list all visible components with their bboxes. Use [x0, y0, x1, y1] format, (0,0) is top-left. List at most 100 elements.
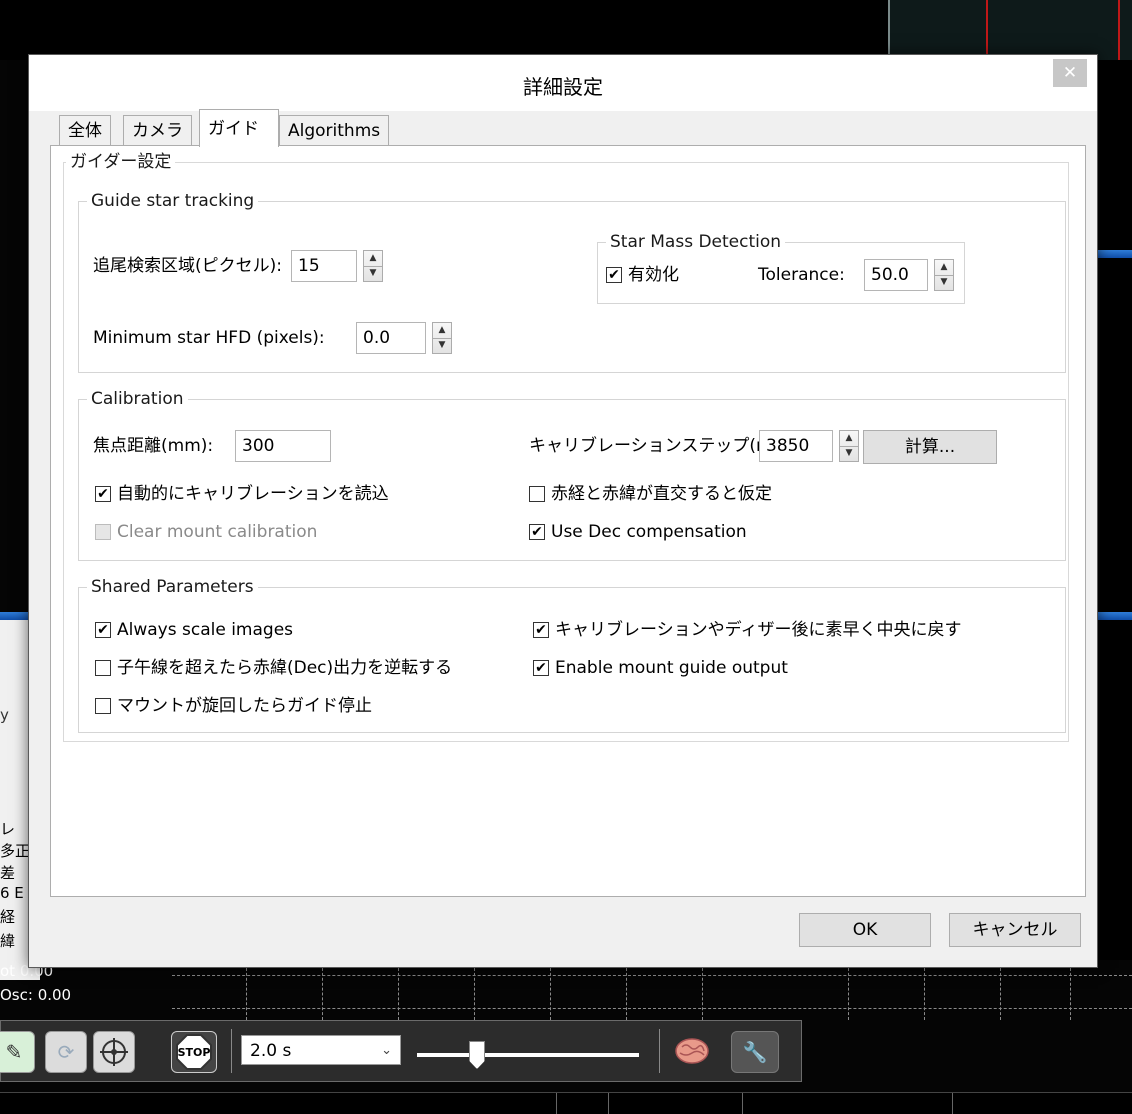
stop-on-slew-checkbox[interactable] — [95, 698, 111, 714]
always-scale-label: Always scale images — [117, 620, 294, 640]
toolbar-separator — [659, 1029, 660, 1073]
left-fragment: 6 E — [0, 884, 24, 902]
gamma-slider-track[interactable] — [417, 1053, 639, 1057]
fast-recenter-label: キャリブレーションやディザー後に素早く中央に戻す — [555, 620, 962, 640]
calibration-group: Calibration 焦点距離(mm): 300 キャリブレーションステップ(… — [78, 388, 1066, 561]
assume-orthogonal-checkbox[interactable] — [529, 486, 545, 502]
search-region-label: 追尾検索区域(ピクセル): — [93, 256, 282, 276]
calibration-step-input[interactable]: 3850 — [759, 430, 833, 462]
graph-gridline — [1000, 968, 1001, 1020]
exposure-value: 2.0 s — [250, 1041, 292, 1061]
left-fragment: 緯 — [0, 930, 16, 951]
use-dec-compensation-label: Use Dec compensation — [551, 522, 747, 542]
graph-gridline — [474, 968, 475, 1020]
star-mass-group: Star Mass Detection ✔ 有効化 Tolerance: 50.… — [597, 231, 965, 304]
graph-gridline — [398, 968, 399, 1020]
group-title: Star Mass Detection — [606, 231, 786, 253]
star-mass-enable-label: 有効化 — [628, 265, 679, 285]
status-bar — [0, 1092, 1132, 1114]
panel-title-bar — [1096, 612, 1132, 620]
stop-on-slew-label: マウントが旋回したらガイド停止 — [117, 696, 372, 716]
min-hfd-input[interactable]: 0.0 — [356, 322, 426, 354]
check-icon: ✔ — [97, 622, 109, 638]
stats-readout: Osc: 0.00 — [0, 986, 72, 1004]
status-divider — [608, 1093, 609, 1114]
spin-up-icon[interactable]: ▲ — [935, 260, 953, 276]
left-fragment: レ — [0, 818, 16, 839]
spin-down-icon[interactable]: ▼ — [840, 446, 858, 461]
status-divider — [556, 1093, 557, 1114]
assume-orthogonal-label: 赤経と赤緯が直交すると仮定 — [551, 484, 772, 504]
always-scale-checkbox[interactable]: ✔ — [95, 622, 111, 638]
left-fragment: y — [0, 706, 9, 724]
left-fragment: 経 — [0, 906, 16, 927]
loop-icon[interactable]: ⟳ — [45, 1031, 87, 1073]
spin-down-icon[interactable]: ▼ — [433, 338, 451, 353]
enable-mount-output-checkbox[interactable]: ✔ — [533, 660, 549, 676]
exposure-select[interactable]: 2.0 s ⌄ — [241, 1035, 401, 1065]
graph-gridline — [172, 975, 1132, 976]
graph-line-red — [986, 0, 988, 60]
guide-tab-panel: ガイダー設定 Guide star tracking 追尾検索区域(ピクセル):… — [50, 145, 1086, 897]
close-button[interactable]: ✕ — [1053, 59, 1087, 87]
calculate-button[interactable]: 計算... — [863, 430, 997, 464]
stop-icon[interactable]: STOP — [171, 1031, 217, 1073]
tracking-group: Guide star tracking 追尾検索区域(ピクセル): 15 ▲ ▼… — [78, 190, 1066, 373]
clear-mount-calibration-checkbox — [95, 524, 111, 540]
tolerance-spinner[interactable]: ▲ ▼ — [934, 259, 954, 291]
spin-down-icon[interactable]: ▼ — [935, 275, 953, 290]
search-region-input[interactable]: 15 — [291, 250, 357, 282]
search-region-spinner[interactable]: ▲ ▼ — [363, 250, 383, 282]
graph-gridline — [626, 968, 627, 1020]
tab-camera[interactable]: カメラ — [123, 115, 192, 145]
spin-up-icon[interactable]: ▲ — [433, 323, 451, 339]
panel-title-bar — [0, 612, 30, 620]
graph-gridline — [246, 968, 247, 1020]
left-fragment: 差 — [0, 862, 16, 883]
tab-algorithms[interactable]: Algorithms — [279, 115, 390, 145]
spin-up-icon[interactable]: ▲ — [364, 251, 382, 267]
reverse-dec-checkbox[interactable] — [95, 660, 111, 676]
check-icon: ✔ — [97, 486, 109, 502]
check-icon: ✔ — [608, 267, 620, 283]
calibration-step-label: キャリブレーションステップ(ms): — [529, 436, 794, 456]
reverse-dec-label: 子午線を超えたら赤緯(Dec)出力を逆転する — [117, 658, 453, 678]
toolbar-separator — [231, 1029, 232, 1073]
check-icon: ✔ — [535, 660, 547, 676]
spin-down-icon[interactable]: ▼ — [364, 266, 382, 281]
check-icon: ✔ — [531, 524, 543, 540]
group-title: Shared Parameters — [87, 576, 258, 598]
brain-icon[interactable] — [671, 1031, 713, 1073]
graph-gridline — [848, 968, 849, 1020]
tab-guide[interactable]: ガイド — [199, 109, 279, 147]
gamma-slider-thumb[interactable] — [469, 1041, 485, 1069]
wrench-icon[interactable]: 🔧 — [731, 1031, 779, 1073]
tolerance-input[interactable]: 50.0 — [864, 259, 928, 291]
guide-graph-panel — [888, 0, 1132, 60]
clear-mount-calibration-label: Clear mount calibration — [117, 522, 318, 542]
fast-recenter-checkbox[interactable]: ✔ — [533, 622, 549, 638]
group-title: Guide star tracking — [87, 190, 259, 212]
tab-global[interactable]: 全体 — [59, 115, 111, 145]
ok-button[interactable]: OK — [799, 913, 931, 947]
star-mass-enable-checkbox[interactable]: ✔ — [606, 267, 622, 283]
dialog-titlebar: 詳細設定 ✕ — [29, 55, 1097, 111]
auto-restore-checkbox[interactable]: ✔ — [95, 486, 111, 502]
spin-up-icon[interactable]: ▲ — [840, 431, 858, 447]
cancel-button[interactable]: キャンセル — [949, 913, 1081, 947]
stop-icon-text: STOP — [178, 1046, 211, 1059]
crosshair-icon[interactable] — [93, 1031, 135, 1073]
focal-length-label: 焦点距離(mm): — [93, 436, 214, 456]
focal-length-input[interactable]: 300 — [235, 430, 331, 462]
use-dec-compensation-checkbox[interactable]: ✔ — [529, 524, 545, 540]
auto-restore-label: 自動的にキャリブレーションを読込 — [117, 484, 389, 504]
left-fragment: 多正 — [0, 840, 31, 861]
group-title: Calibration — [87, 388, 188, 410]
min-hfd-spinner[interactable]: ▲ ▼ — [432, 322, 452, 354]
status-divider — [952, 1093, 953, 1114]
group-title: ガイダー設定 — [66, 151, 176, 173]
calibration-step-spinner[interactable]: ▲ ▼ — [839, 430, 859, 462]
graph-gridline — [172, 1008, 1132, 1009]
pencil-icon[interactable]: ✎ — [0, 1031, 35, 1073]
check-icon: ✔ — [535, 622, 547, 638]
